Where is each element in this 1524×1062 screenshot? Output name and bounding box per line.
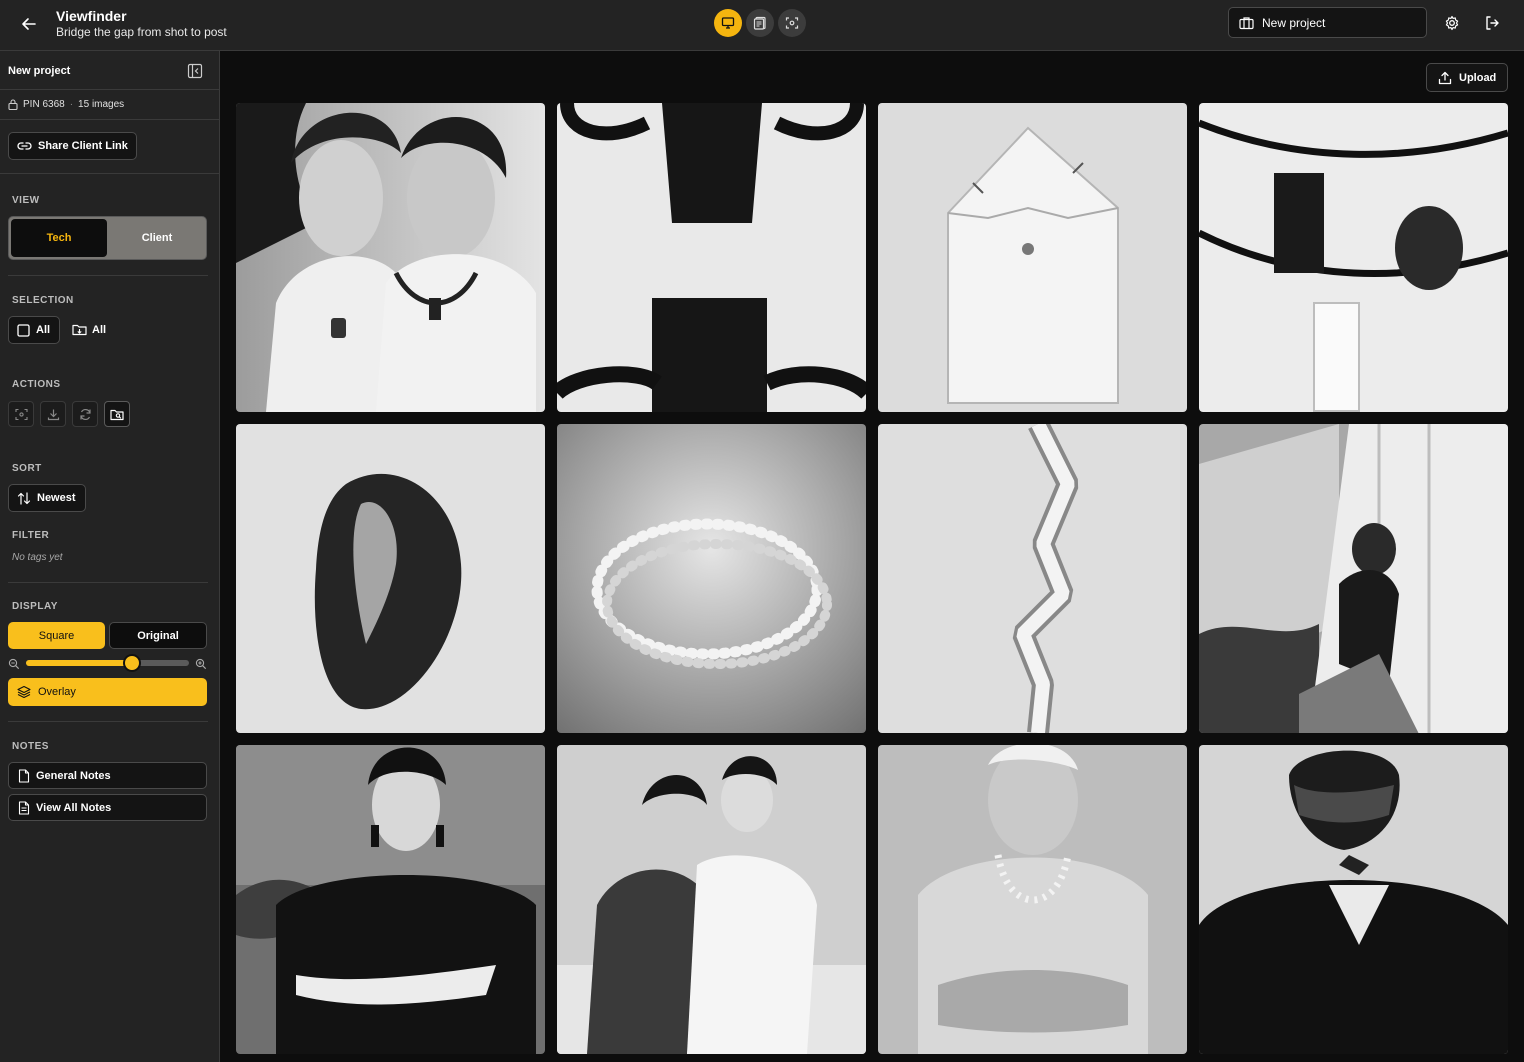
link-icon: [17, 142, 32, 150]
woman-arms-crossed-image: [236, 745, 545, 1054]
notes-list-icon: [18, 800, 30, 815]
app-subtitle: Bridge the gap from shot to post: [56, 25, 227, 39]
image-tile[interactable]: [236, 424, 545, 733]
cord-with-pendants-image: [1199, 103, 1508, 412]
top-bar: Viewfinder Bridge the gap from shot to p…: [0, 0, 1524, 51]
logout-icon[interactable]: [1482, 13, 1502, 33]
display-original-option[interactable]: Original: [109, 622, 207, 649]
scan-icon[interactable]: [778, 9, 806, 37]
thumbnail-size-slider[interactable]: [26, 654, 189, 672]
sort-button[interactable]: Newest: [8, 484, 86, 512]
view-label: VIEW: [12, 195, 40, 206]
general-notes-button[interactable]: General Notes: [8, 762, 207, 789]
notes-label: NOTES: [12, 741, 49, 752]
image-tile[interactable]: [557, 745, 866, 1054]
share-client-link-button[interactable]: Share Client Link: [8, 132, 137, 160]
divider: [8, 582, 208, 583]
black-ring-clasp-image: [557, 103, 866, 412]
main-content: Upload: [221, 51, 1524, 1062]
refresh-icon[interactable]: [72, 401, 98, 427]
divider: [8, 721, 208, 722]
crystal-chain-image: [878, 424, 1187, 733]
project-meta: PIN 6368 · 15 images: [8, 99, 124, 110]
overlay-label: Overlay: [38, 686, 76, 698]
app-title: Viewfinder: [56, 8, 127, 24]
checkbox-icon: [17, 323, 30, 337]
sidebar: New project PIN 6368 · 15 images Share C…: [0, 51, 220, 1062]
mode-switcher: [714, 9, 806, 37]
general-notes-label: General Notes: [36, 769, 111, 782]
filter-label: FILTER: [12, 530, 50, 541]
sort-label: SORT: [12, 463, 42, 474]
divider: [0, 89, 219, 90]
image-tile[interactable]: [236, 103, 545, 412]
project-selector[interactable]: New project: [1228, 7, 1427, 38]
pearl-necklace-image: [557, 424, 866, 733]
image-tile[interactable]: [1199, 103, 1508, 412]
document-icon[interactable]: [746, 9, 774, 37]
download-icon[interactable]: [40, 401, 66, 427]
view-all-notes-button[interactable]: View All Notes: [8, 794, 207, 821]
gear-icon[interactable]: [1442, 13, 1462, 33]
scan-icon[interactable]: [8, 401, 34, 427]
older-man-portrait-image: [878, 745, 1187, 1054]
project-selector-label: New project: [1262, 15, 1326, 30]
baroque-pearl-image: [236, 424, 545, 733]
select-all-button[interactable]: All: [8, 316, 60, 344]
image-tile[interactable]: [557, 424, 866, 733]
filter-empty-note: No tags yet: [12, 552, 63, 563]
image-tile[interactable]: [1199, 424, 1508, 733]
image-count: 15 images: [78, 99, 125, 110]
two-women-seated-image: [557, 745, 866, 1054]
upload-button[interactable]: Upload: [1426, 63, 1508, 92]
couple-on-balcony-image: [1199, 424, 1508, 733]
download-selection-button[interactable]: All: [72, 323, 106, 336]
image-tile[interactable]: [878, 745, 1187, 1054]
two-women-portrait-image: [236, 103, 545, 412]
overlay-toggle[interactable]: Overlay: [8, 678, 207, 706]
folder-download-icon: [72, 324, 87, 336]
view-toggle: Tech Client: [8, 216, 207, 260]
slider-fill: [26, 660, 132, 666]
sort-arrows-icon: [17, 491, 31, 505]
select-all-label: All: [36, 324, 51, 336]
view-client-option[interactable]: Client: [109, 219, 205, 257]
zoom-in-icon[interactable]: [195, 657, 207, 670]
divider: [8, 275, 208, 276]
meta-separator: ·: [69, 99, 74, 110]
upload-icon: [1438, 71, 1452, 84]
image-tile[interactable]: [236, 745, 545, 1054]
lock-icon: [8, 99, 18, 110]
image-tile[interactable]: [878, 103, 1187, 412]
crystal-pendant-image: [878, 103, 1187, 412]
image-tile[interactable]: [557, 103, 866, 412]
divider: [0, 119, 219, 120]
layers-icon: [17, 685, 31, 699]
image-tile[interactable]: [1199, 745, 1508, 1054]
display-square-option[interactable]: Square: [8, 622, 105, 649]
document-icon: [18, 768, 30, 783]
share-client-link-label: Share Client Link: [38, 140, 128, 152]
zoom-out-icon[interactable]: [8, 657, 20, 670]
display-label: DISPLAY: [12, 601, 58, 612]
briefcase-icon: [1239, 16, 1254, 29]
slider-handle[interactable]: [122, 654, 141, 672]
pin-code: PIN 6368: [23, 99, 65, 110]
hands-over-face-image: [1199, 745, 1508, 1054]
collapse-sidebar-icon[interactable]: [187, 63, 203, 79]
monitor-icon[interactable]: [714, 9, 742, 37]
project-name: New project: [8, 65, 71, 77]
download-selection-label: All: [92, 323, 107, 336]
sort-value: Newest: [37, 492, 76, 504]
view-tech-option[interactable]: Tech: [11, 219, 107, 257]
divider: [0, 173, 219, 174]
actions-label: ACTIONS: [12, 379, 61, 390]
folder-search-icon[interactable]: [104, 401, 130, 427]
view-all-notes-label: View All Notes: [36, 801, 112, 814]
upload-label: Upload: [1459, 71, 1497, 84]
back-arrow-icon[interactable]: [18, 13, 40, 35]
image-tile[interactable]: [878, 424, 1187, 733]
selection-label: SELECTION: [12, 295, 74, 306]
